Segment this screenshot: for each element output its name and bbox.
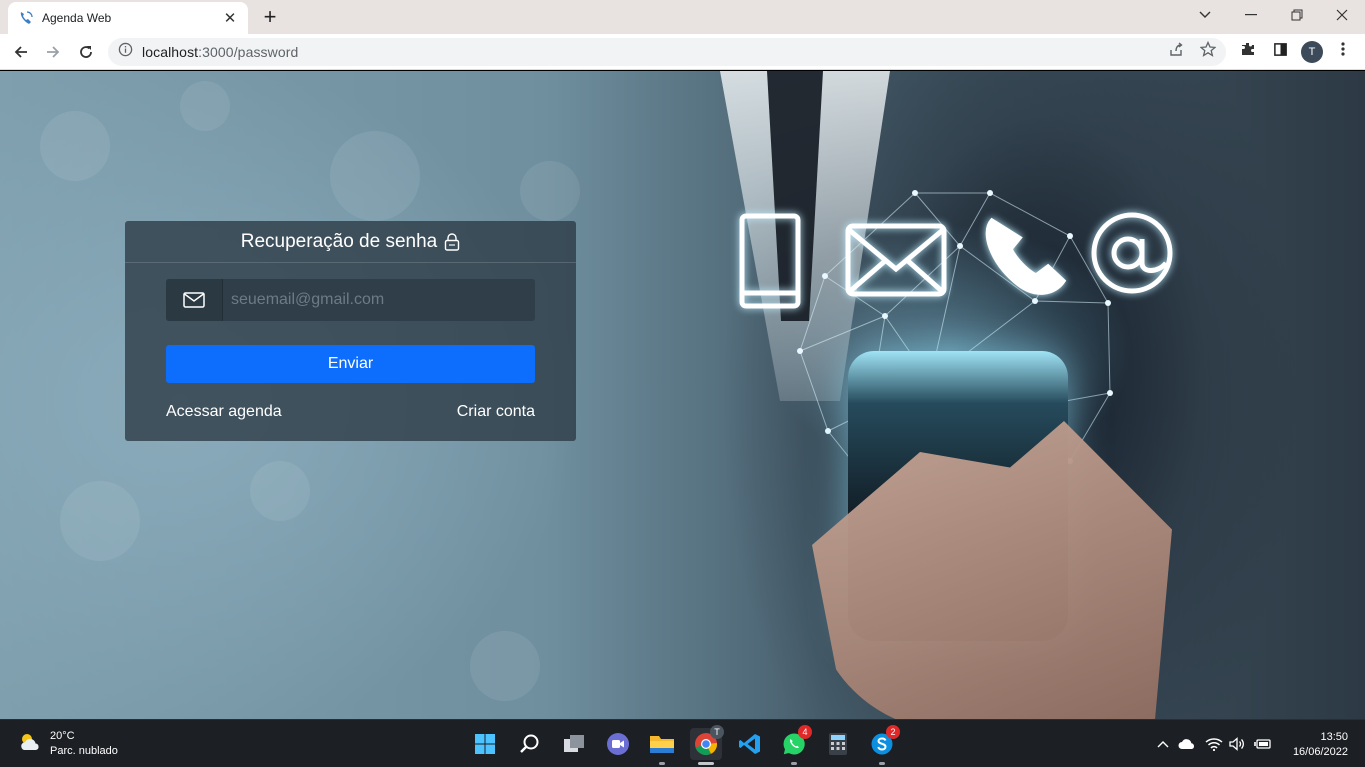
volume-icon[interactable]: [1228, 736, 1246, 752]
restore-button[interactable]: [1274, 0, 1320, 30]
clock-date: 16/06/2022: [1292, 746, 1348, 758]
chevron-up-icon[interactable]: [1154, 736, 1172, 752]
file-explorer-icon[interactable]: [646, 728, 678, 765]
clock[interactable]: 13:50 16/06/2022: [1284, 730, 1348, 760]
star-icon[interactable]: [1199, 40, 1217, 58]
lock-icon: [444, 232, 460, 251]
vscode-icon[interactable]: [734, 728, 766, 760]
sidepanel-icon[interactable]: [1271, 40, 1289, 58]
weather-temp: 20°C: [50, 730, 75, 742]
share-icon[interactable]: [1167, 40, 1185, 58]
register-link[interactable]: Criar conta: [457, 403, 535, 421]
extensions-icon[interactable]: [1239, 40, 1257, 58]
whatsapp-badge: 4: [798, 725, 812, 739]
browser-toolbar: localhost:3000/password T: [0, 34, 1365, 70]
back-icon[interactable]: [9, 40, 33, 64]
calculator-icon[interactable]: [822, 728, 854, 760]
battery-icon[interactable]: [1254, 736, 1272, 752]
close-window-button[interactable]: [1319, 0, 1365, 30]
tab-search-icon[interactable]: [1182, 0, 1228, 30]
menu-icon[interactable]: [1334, 40, 1352, 58]
page-background: Recuperação de senha Enviar Acessar agen…: [0, 71, 1365, 719]
email-field[interactable]: [223, 279, 535, 321]
clock-time: 13:50: [1320, 731, 1348, 743]
task-view-icon[interactable]: [558, 728, 590, 760]
close-tab-icon[interactable]: ✕: [222, 10, 238, 27]
weather-widget[interactable]: 20°C Parc. nublado: [18, 729, 118, 759]
teams-chat-icon[interactable]: [602, 728, 634, 760]
wifi-icon[interactable]: [1205, 736, 1223, 752]
login-link[interactable]: Acessar agenda: [166, 403, 282, 421]
envelope-icon: [166, 279, 223, 321]
onedrive-icon[interactable]: [1178, 736, 1196, 752]
skype-icon[interactable]: 2: [866, 725, 900, 765]
skype-badge: 2: [886, 725, 900, 739]
card-header: Recuperação de senha: [125, 221, 576, 263]
whatsapp-icon[interactable]: 4: [778, 725, 812, 765]
reload-icon[interactable]: [74, 40, 98, 64]
address-bar[interactable]: localhost:3000/password: [108, 38, 1226, 66]
chrome-icon[interactable]: T: [690, 725, 724, 765]
page-title: Recuperação de senha: [240, 230, 438, 252]
start-button[interactable]: [469, 728, 501, 760]
email-input-group: [166, 279, 535, 321]
forward-icon[interactable]: [41, 40, 65, 64]
password-recovery-card: Recuperação de senha Enviar Acessar agen…: [125, 221, 576, 441]
new-tab-button[interactable]: +: [258, 4, 282, 29]
tab-strip: Agenda Web ✕ +: [0, 0, 1365, 34]
submit-button[interactable]: Enviar: [166, 345, 535, 383]
url-path: :3000/password: [198, 44, 299, 60]
profile-avatar[interactable]: T: [1301, 41, 1323, 63]
minimize-button[interactable]: [1228, 0, 1274, 30]
tab-title: Agenda Web: [42, 11, 112, 25]
weather-desc: Parc. nublado: [50, 745, 118, 757]
info-icon[interactable]: [118, 42, 133, 62]
tab-agenda-web[interactable]: Agenda Web ✕: [8, 2, 248, 34]
agenda-favicon-icon: [18, 10, 34, 26]
taskbar: 20°C Parc. nublado T 4 2 13:50 16/06/202…: [0, 719, 1365, 767]
url-host: localhost: [142, 44, 199, 60]
chrome-profile-badge: T: [710, 725, 724, 739]
partly-cloudy-icon: [18, 731, 42, 758]
search-icon[interactable]: [514, 728, 546, 760]
url-text: localhost:3000/password: [142, 44, 298, 60]
